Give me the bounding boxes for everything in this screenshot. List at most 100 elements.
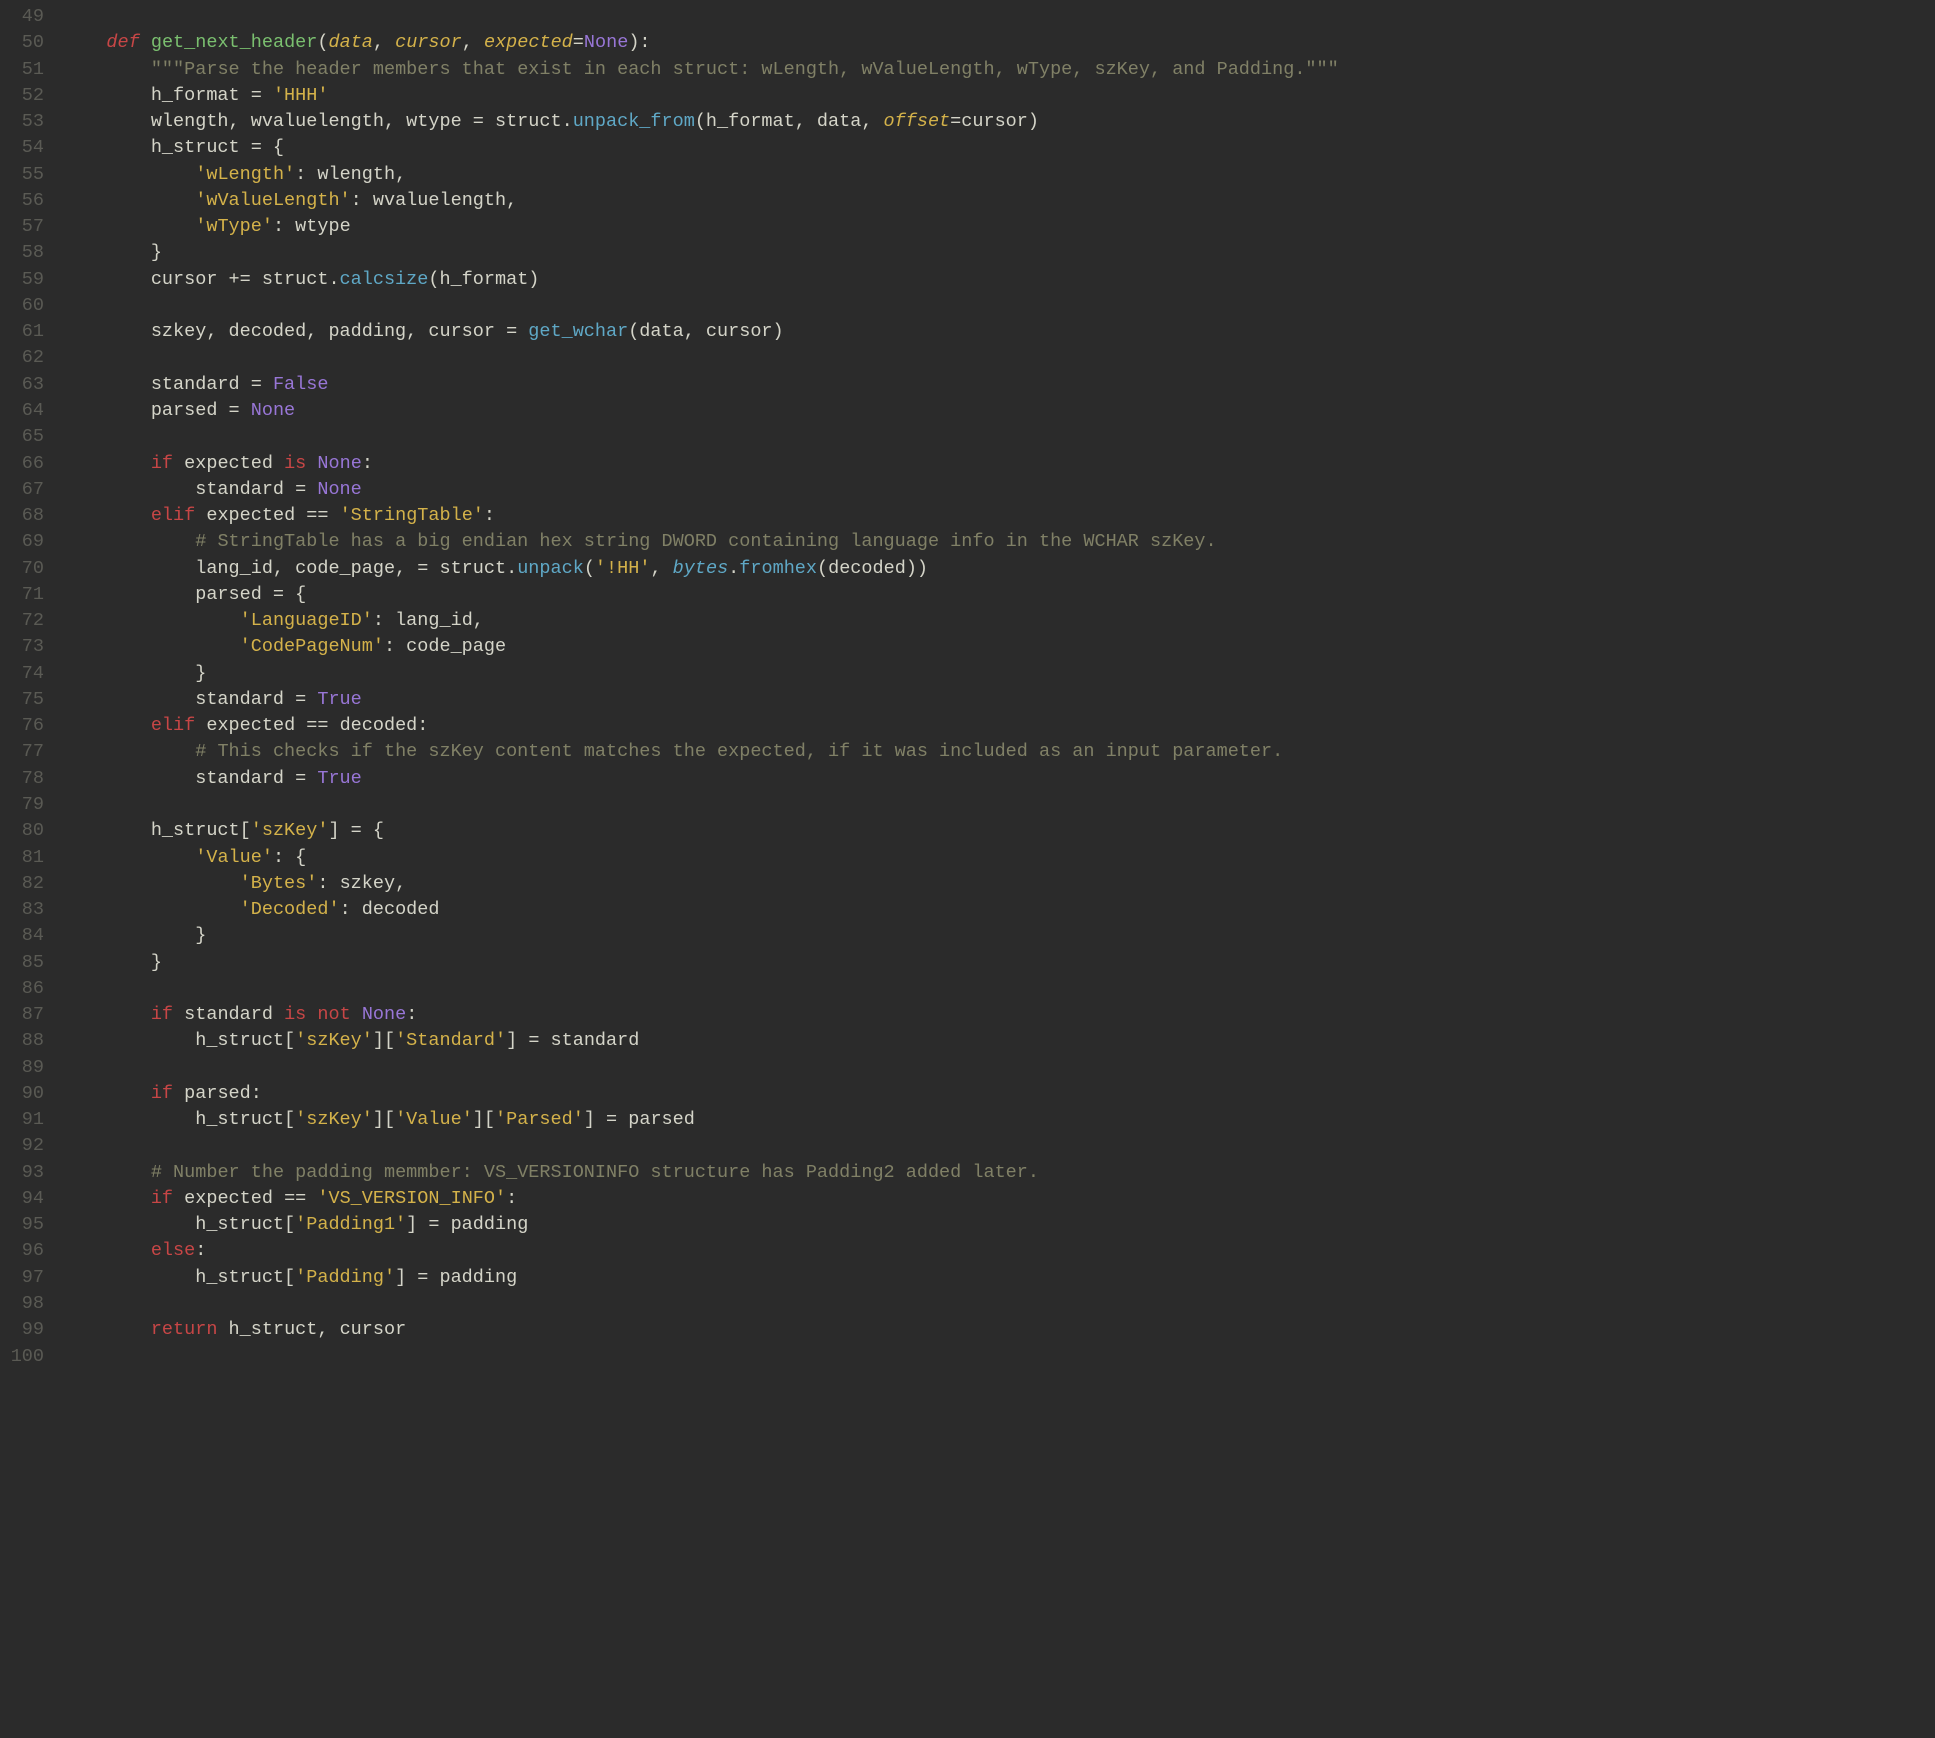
- token-str: 'Bytes': [240, 873, 318, 894]
- code-line[interactable]: [62, 1344, 1935, 1370]
- code-line[interactable]: elif expected == 'StringTable':: [62, 503, 1935, 529]
- code-line[interactable]: h_struct = {: [62, 135, 1935, 161]
- token-call: get_wchar: [528, 321, 628, 342]
- code-line[interactable]: h_struct['Padding'] = padding: [62, 1265, 1935, 1291]
- token-plain: [62, 1319, 151, 1340]
- token-plain: }: [62, 663, 206, 684]
- code-line[interactable]: standard = None: [62, 477, 1935, 503]
- token-plain: [62, 1162, 151, 1183]
- code-line[interactable]: # StringTable has a big endian hex strin…: [62, 529, 1935, 555]
- code-line[interactable]: [62, 792, 1935, 818]
- token-plain: ] = {: [328, 820, 384, 841]
- code-line[interactable]: [62, 1055, 1935, 1081]
- code-line[interactable]: [62, 293, 1935, 319]
- token-plain: expected == decoded:: [195, 715, 428, 736]
- token-plain: (h_format, data,: [695, 111, 884, 132]
- code-line[interactable]: }: [62, 661, 1935, 687]
- token-plain: [306, 453, 317, 474]
- code-line[interactable]: 'LanguageID': lang_id,: [62, 608, 1935, 634]
- code-line[interactable]: # This checks if the szKey content match…: [62, 739, 1935, 765]
- code-line[interactable]: return h_struct, cursor: [62, 1317, 1935, 1343]
- code-line[interactable]: }: [62, 950, 1935, 976]
- code-line[interactable]: """Parse the header members that exist i…: [62, 57, 1935, 83]
- code-line[interactable]: else:: [62, 1238, 1935, 1264]
- token-plain: [62, 453, 151, 474]
- code-line[interactable]: [62, 4, 1935, 30]
- code-line[interactable]: standard = True: [62, 687, 1935, 713]
- line-number: 100: [0, 1344, 44, 1370]
- line-number: 84: [0, 923, 44, 949]
- code-line[interactable]: 'Value': {: [62, 845, 1935, 871]
- line-number: 60: [0, 293, 44, 319]
- code-line[interactable]: [62, 976, 1935, 1002]
- line-number: 93: [0, 1160, 44, 1186]
- code-line[interactable]: if parsed:: [62, 1081, 1935, 1107]
- token-kw-it: def: [106, 32, 139, 53]
- code-line[interactable]: wlength, wvaluelength, wtype = struct.un…: [62, 109, 1935, 135]
- line-number: 77: [0, 739, 44, 765]
- code-line[interactable]: 'Decoded': decoded: [62, 897, 1935, 923]
- line-number: 96: [0, 1238, 44, 1264]
- token-call: unpack: [517, 558, 584, 579]
- token-plain: ] = parsed: [584, 1109, 695, 1130]
- code-line[interactable]: [62, 1291, 1935, 1317]
- line-number: 63: [0, 372, 44, 398]
- token-comment: # This checks if the szKey content match…: [195, 741, 1283, 762]
- code-line[interactable]: 'CodePageNum': code_page: [62, 634, 1935, 660]
- code-line[interactable]: if expected is None:: [62, 451, 1935, 477]
- token-plain: [62, 741, 195, 762]
- code-line[interactable]: h_struct['szKey'] = {: [62, 818, 1935, 844]
- token-plain: [62, 899, 240, 920]
- line-number: 85: [0, 950, 44, 976]
- token-plain: [62, 531, 195, 552]
- code-line[interactable]: }: [62, 923, 1935, 949]
- token-plain: [62, 32, 106, 53]
- line-number: 81: [0, 845, 44, 871]
- code-editor[interactable]: 4950515253545556575859606162636465666768…: [0, 0, 1935, 1374]
- token-plain: h_struct, cursor: [217, 1319, 406, 1340]
- line-number: 95: [0, 1212, 44, 1238]
- code-line[interactable]: 'wLength': wlength,: [62, 162, 1935, 188]
- code-line[interactable]: 'Bytes': szkey,: [62, 871, 1935, 897]
- line-number: 57: [0, 214, 44, 240]
- code-line[interactable]: 'wType': wtype: [62, 214, 1935, 240]
- token-str: 'szKey': [295, 1109, 373, 1130]
- code-line[interactable]: h_format = 'HHH': [62, 83, 1935, 109]
- token-plain: .: [728, 558, 739, 579]
- code-line[interactable]: cursor += struct.calcsize(h_format): [62, 267, 1935, 293]
- code-line[interactable]: [62, 424, 1935, 450]
- token-plain: [306, 1004, 317, 1025]
- token-plain: }: [62, 952, 162, 973]
- code-line[interactable]: h_struct['Padding1'] = padding: [62, 1212, 1935, 1238]
- token-str: 'Padding': [295, 1267, 395, 1288]
- token-const: None: [317, 453, 361, 474]
- code-line[interactable]: szkey, decoded, padding, cursor = get_wc…: [62, 319, 1935, 345]
- token-kw: is: [284, 453, 306, 474]
- code-line[interactable]: parsed = {: [62, 582, 1935, 608]
- code-line[interactable]: 'wValueLength': wvaluelength,: [62, 188, 1935, 214]
- code-line[interactable]: [62, 345, 1935, 371]
- code-line[interactable]: if expected == 'VS_VERSION_INFO':: [62, 1186, 1935, 1212]
- token-str: 'HHH': [273, 85, 329, 106]
- code-line[interactable]: standard = True: [62, 766, 1935, 792]
- token-plain: (h_format): [428, 269, 539, 290]
- code-line[interactable]: lang_id, code_page, = struct.unpack('!HH…: [62, 556, 1935, 582]
- token-plain: [62, 1188, 151, 1209]
- token-plain: [140, 32, 151, 53]
- code-line[interactable]: def get_next_header(data, cursor, expect…: [62, 30, 1935, 56]
- line-number: 68: [0, 503, 44, 529]
- code-area[interactable]: def get_next_header(data, cursor, expect…: [62, 4, 1935, 1370]
- code-line[interactable]: parsed = None: [62, 398, 1935, 424]
- code-line[interactable]: elif expected == decoded:: [62, 713, 1935, 739]
- code-line[interactable]: }: [62, 240, 1935, 266]
- code-line[interactable]: h_struct['szKey']['Value']['Parsed'] = p…: [62, 1107, 1935, 1133]
- token-plain: [62, 1004, 151, 1025]
- code-line[interactable]: if standard is not None:: [62, 1002, 1935, 1028]
- code-line[interactable]: h_struct['szKey']['Standard'] = standard: [62, 1028, 1935, 1054]
- token-plain: : lang_id,: [373, 610, 484, 631]
- code-line[interactable]: standard = False: [62, 372, 1935, 398]
- line-number: 53: [0, 109, 44, 135]
- line-number: 94: [0, 1186, 44, 1212]
- code-line[interactable]: # Number the padding memmber: VS_VERSION…: [62, 1160, 1935, 1186]
- code-line[interactable]: [62, 1133, 1935, 1159]
